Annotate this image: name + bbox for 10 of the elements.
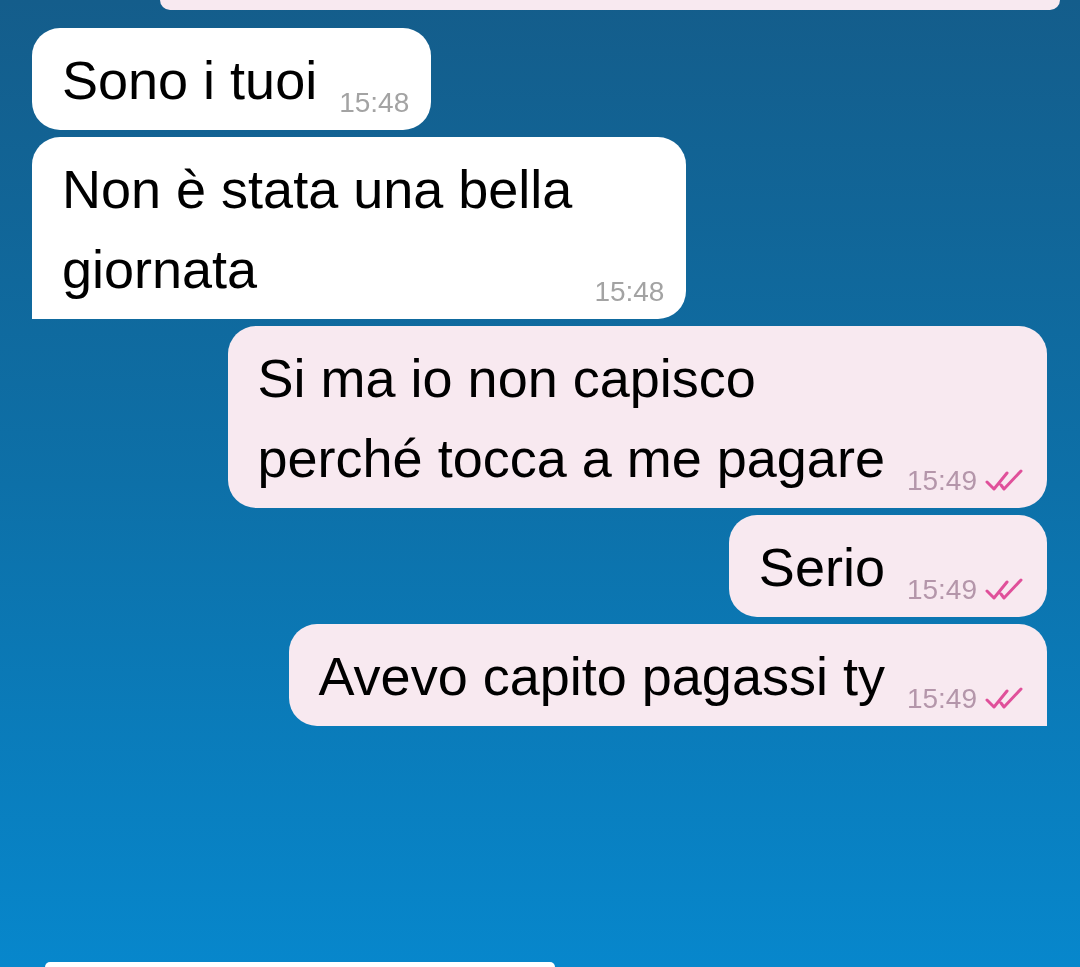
message-text: Serio: [758, 536, 885, 599]
message-text: Non è stata una bella giornata: [62, 158, 573, 301]
message-text: Sono i tuoi: [62, 49, 318, 112]
message-time: 15:48: [594, 275, 665, 309]
message-time: 15:49: [906, 682, 977, 716]
message-time: 15:49: [906, 573, 977, 607]
message-text: Si ma io non capisco perché tocca a me pagare: [257, 347, 885, 490]
message-text: Avevo capito pagassi ty: [318, 645, 885, 708]
message-time: 15:49: [906, 464, 977, 498]
message-time: 15:48: [339, 86, 410, 120]
